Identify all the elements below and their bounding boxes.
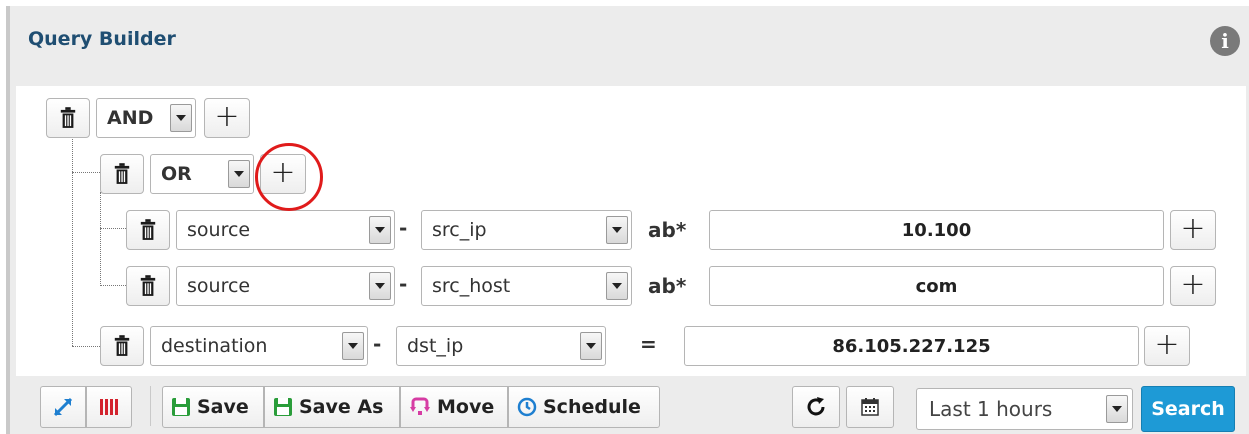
delete-rule-button[interactable] xyxy=(126,210,170,250)
tree-connector xyxy=(100,228,128,229)
move-label: Move xyxy=(437,396,495,418)
rule-field-value: dst_ip xyxy=(407,335,464,357)
rule-category-value: destination xyxy=(161,335,268,357)
group-operator-value: AND xyxy=(107,107,154,129)
chevron-down-icon xyxy=(1106,395,1128,423)
rule-category-value: source xyxy=(187,219,251,241)
rule-field-select[interactable]: src_host xyxy=(421,266,632,306)
chevron-down-icon xyxy=(228,160,250,188)
schedule-label: Schedule xyxy=(543,396,641,418)
rule-category-select[interactable]: source xyxy=(176,266,395,306)
tree-connector xyxy=(72,346,102,347)
expand-button[interactable] xyxy=(40,386,86,428)
delete-subgroup-button[interactable] xyxy=(100,154,144,194)
rule-operator[interactable]: ab* xyxy=(648,274,686,298)
move-button[interactable]: Move xyxy=(400,386,508,428)
plus-icon: + xyxy=(1180,210,1206,246)
chevron-down-icon xyxy=(170,104,192,132)
plus-icon: + xyxy=(1180,266,1206,302)
rule-value-input[interactable]: com xyxy=(709,266,1164,306)
time-period-select[interactable]: Last 1 hours xyxy=(916,388,1133,430)
save-as-icon xyxy=(274,398,292,416)
subgroup-operator-value: OR xyxy=(161,163,192,185)
chevron-down-icon xyxy=(342,332,364,360)
rule-category-select[interactable]: source xyxy=(176,210,395,250)
save-icon xyxy=(172,398,190,416)
group-operator-select[interactable]: AND xyxy=(96,98,196,138)
bottom-toolbar: Save Save As Move Schedule Last 1 hours … xyxy=(10,376,1249,434)
columns-icon xyxy=(100,399,118,415)
tree-connector xyxy=(100,285,128,286)
query-canvas: AND + OR + source - src_ip ab* 10.100 + xyxy=(16,86,1246,376)
plus-icon: + xyxy=(214,98,240,134)
save-as-label: Save As xyxy=(299,396,384,418)
trash-icon xyxy=(113,335,131,357)
calendar-button[interactable] xyxy=(846,386,894,428)
rule-separator: - xyxy=(399,216,408,240)
rule-separator: - xyxy=(373,332,382,356)
tree-connector xyxy=(100,192,101,286)
chevron-down-icon xyxy=(606,272,628,300)
rule-value-input[interactable]: 10.100 xyxy=(709,210,1164,250)
save-label: Save xyxy=(197,396,249,418)
add-rule-button[interactable]: + xyxy=(204,98,250,138)
chevron-down-icon xyxy=(369,272,391,300)
refresh-icon xyxy=(807,397,825,416)
search-button[interactable]: Search xyxy=(1141,386,1235,432)
rule-field-select[interactable]: src_ip xyxy=(421,210,632,250)
rule-category-value: source xyxy=(187,275,251,297)
rule-field-value: src_ip xyxy=(432,219,487,241)
move-icon xyxy=(410,397,430,415)
tree-connector xyxy=(72,172,102,173)
refresh-button[interactable] xyxy=(792,386,840,428)
delete-group-button[interactable] xyxy=(46,98,90,138)
delete-rule-button[interactable] xyxy=(100,326,144,366)
tree-connector xyxy=(72,134,73,346)
columns-button[interactable] xyxy=(86,386,132,428)
save-button[interactable]: Save xyxy=(162,386,264,428)
trash-icon xyxy=(139,275,157,297)
panel-title: Query Builder xyxy=(28,28,176,50)
rule-separator: - xyxy=(399,272,408,296)
calendar-icon xyxy=(861,398,879,416)
rule-field-value: src_host xyxy=(432,275,511,297)
subgroup-operator-select[interactable]: OR xyxy=(150,154,254,194)
rule-category-select[interactable]: destination xyxy=(150,326,368,366)
toolbar-divider xyxy=(150,386,151,426)
info-icon[interactable]: i xyxy=(1210,26,1240,56)
save-as-button[interactable]: Save As xyxy=(264,386,400,428)
chevron-down-icon xyxy=(606,216,628,244)
schedule-button[interactable]: Schedule xyxy=(508,386,660,428)
chevron-down-icon xyxy=(580,332,602,360)
rule-operator[interactable]: ab* xyxy=(648,218,686,242)
trash-icon xyxy=(59,107,77,129)
chevron-down-icon xyxy=(369,216,391,244)
rule-value-input[interactable]: 86.105.227.125 xyxy=(684,326,1139,366)
time-period-value: Last 1 hours xyxy=(929,397,1053,421)
add-condition-button[interactable]: + xyxy=(1170,210,1216,250)
delete-rule-button[interactable] xyxy=(126,266,170,306)
query-builder-panel: Query Builder i AND + OR + source - src_… xyxy=(6,6,1249,434)
clock-icon xyxy=(517,397,537,417)
trash-icon xyxy=(139,219,157,241)
add-condition-button[interactable]: + xyxy=(1170,266,1216,306)
rule-field-select[interactable]: dst_ip xyxy=(396,326,606,366)
expand-arrows-icon xyxy=(53,397,73,417)
rule-operator[interactable]: = xyxy=(640,332,657,356)
plus-icon: + xyxy=(1154,326,1180,362)
trash-icon xyxy=(113,163,131,185)
highlight-ring xyxy=(255,143,323,211)
add-condition-button[interactable]: + xyxy=(1144,326,1190,366)
